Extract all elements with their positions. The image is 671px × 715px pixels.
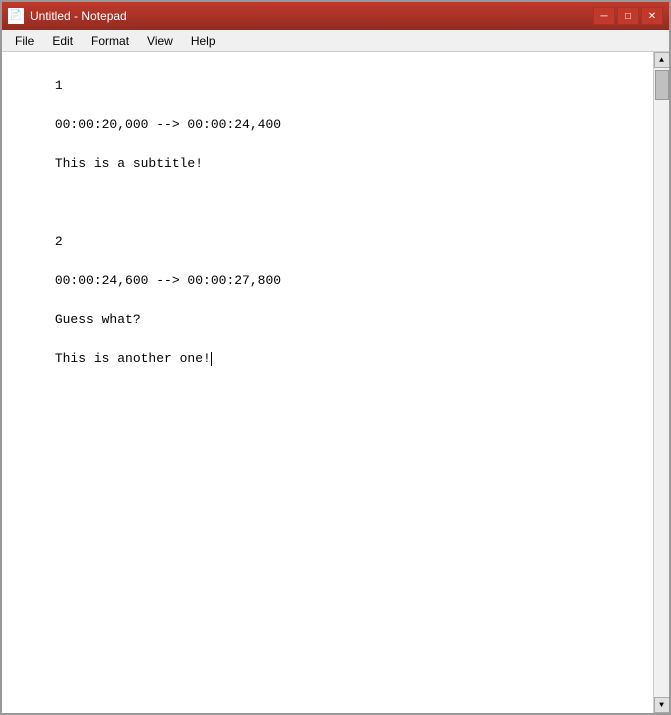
scroll-track[interactable] — [654, 68, 669, 697]
close-button[interactable]: ✕ — [641, 7, 663, 25]
menu-view[interactable]: View — [138, 31, 182, 51]
scroll-up-arrow[interactable]: ▲ — [654, 52, 670, 68]
maximize-button[interactable]: □ — [617, 7, 639, 25]
menu-bar: File Edit Format View Help — [2, 30, 669, 52]
scroll-thumb[interactable] — [655, 70, 669, 100]
menu-file[interactable]: File — [6, 31, 43, 51]
title-bar-left: 📄 Untitled - Notepad — [8, 8, 127, 24]
menu-format[interactable]: Format — [82, 31, 138, 51]
notepad-window: 📄 Untitled - Notepad ─ □ ✕ File Edit For… — [0, 0, 671, 715]
content-line6: 00:00:24,600 --> 00:00:27,800 — [55, 273, 281, 288]
text-editor[interactable]: 1 00:00:20,000 --> 00:00:24,400 This is … — [2, 52, 653, 713]
editor-area: 1 00:00:20,000 --> 00:00:24,400 This is … — [2, 52, 669, 713]
text-cursor — [211, 352, 212, 366]
window-title: Untitled - Notepad — [30, 9, 127, 23]
content-line1: 1 — [55, 78, 63, 93]
app-icon: 📄 — [8, 8, 24, 24]
menu-help[interactable]: Help — [182, 31, 225, 51]
title-bar: 📄 Untitled - Notepad ─ □ ✕ — [2, 2, 669, 30]
content-line3: This is a subtitle! — [55, 156, 203, 171]
content-line2: 00:00:20,000 --> 00:00:24,400 — [55, 117, 281, 132]
scroll-down-arrow[interactable]: ▼ — [654, 697, 670, 713]
content-line5: 2 — [55, 234, 63, 249]
minimize-button[interactable]: ─ — [593, 7, 615, 25]
content-line7: Guess what? — [55, 312, 141, 327]
content-line8: This is another one! — [55, 351, 211, 366]
menu-edit[interactable]: Edit — [43, 31, 82, 51]
vertical-scrollbar[interactable]: ▲ ▼ — [653, 52, 669, 713]
title-bar-controls: ─ □ ✕ — [593, 7, 663, 25]
